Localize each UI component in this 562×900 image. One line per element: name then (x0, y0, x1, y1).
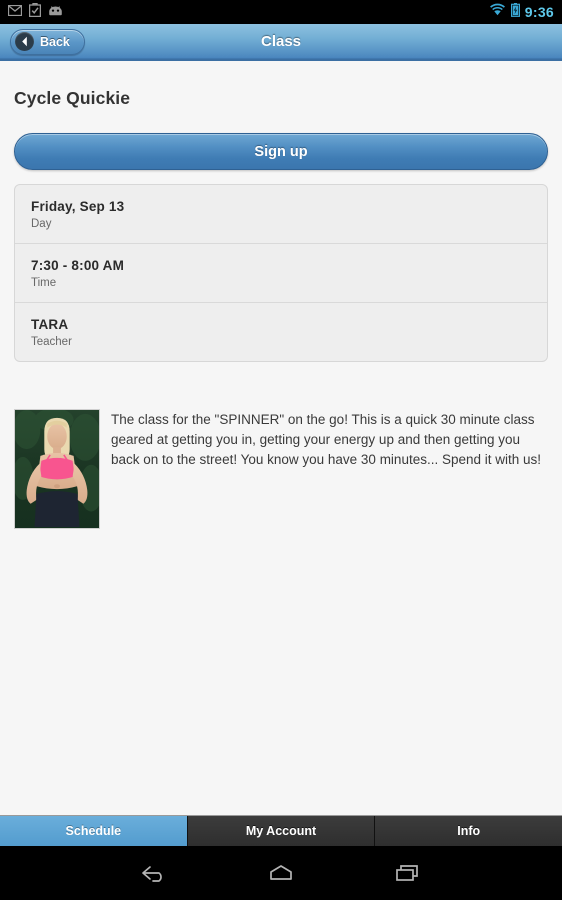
battery-charging-icon (510, 2, 520, 22)
tab-label: Schedule (65, 824, 122, 838)
tab-my-account[interactable]: My Account (187, 816, 376, 846)
class-info-card: Friday, Sep 13 Day 7:30 - 8:00 AM Time T… (14, 184, 548, 362)
clipboard-check-icon (28, 2, 42, 22)
sign-up-button[interactable]: Sign up (14, 133, 548, 170)
info-value: TARA (31, 317, 69, 332)
status-clock: 9:36 (524, 4, 554, 20)
home-nav-icon[interactable] (253, 853, 309, 893)
class-description-block: The class for the "SPINNER" on the go! T… (14, 409, 548, 529)
content-area: Cycle Quickie Sign up Friday, Sep 13 Day… (0, 61, 562, 815)
tab-label: Info (457, 824, 481, 838)
status-bar: 9:36 (0, 0, 562, 24)
info-label: Day (31, 218, 52, 230)
back-nav-icon[interactable] (126, 853, 182, 893)
wifi-icon (489, 3, 506, 21)
tab-label: My Account (245, 824, 317, 838)
app-screen: 9:36 Class Back Cycle Quickie Sign up Fr… (0, 0, 562, 900)
sign-up-button-label: Sign up (254, 143, 308, 160)
status-system-icons: 9:36 (489, 2, 554, 22)
page-title: Cycle Quickie (14, 88, 131, 108)
instructor-photo (14, 409, 100, 529)
info-value: Friday, Sep 13 (31, 199, 125, 214)
recents-nav-icon[interactable] (380, 853, 436, 893)
chevron-left-icon (15, 32, 34, 51)
android-face-icon (48, 3, 63, 21)
title-bar: Class Back (0, 24, 562, 61)
info-row-day: Friday, Sep 13 Day (15, 185, 547, 243)
email-icon (7, 3, 23, 21)
info-row-time: 7:30 - 8:00 AM Time (15, 243, 547, 302)
class-description-text: The class for the "SPINNER" on the go! T… (111, 412, 542, 467)
tab-info[interactable]: Info (375, 816, 562, 846)
back-button[interactable]: Back (10, 28, 85, 55)
info-row-teacher: TARA Teacher (15, 302, 547, 361)
bottom-tab-bar: Schedule My Account Info (0, 815, 562, 846)
info-label: Teacher (31, 336, 72, 348)
info-label: Time (31, 277, 57, 289)
status-notifications (7, 2, 63, 22)
info-value: 7:30 - 8:00 AM (31, 258, 125, 273)
android-nav-bar (0, 846, 562, 900)
back-button-label: Back (40, 34, 70, 49)
tab-schedule[interactable]: Schedule (0, 816, 188, 846)
